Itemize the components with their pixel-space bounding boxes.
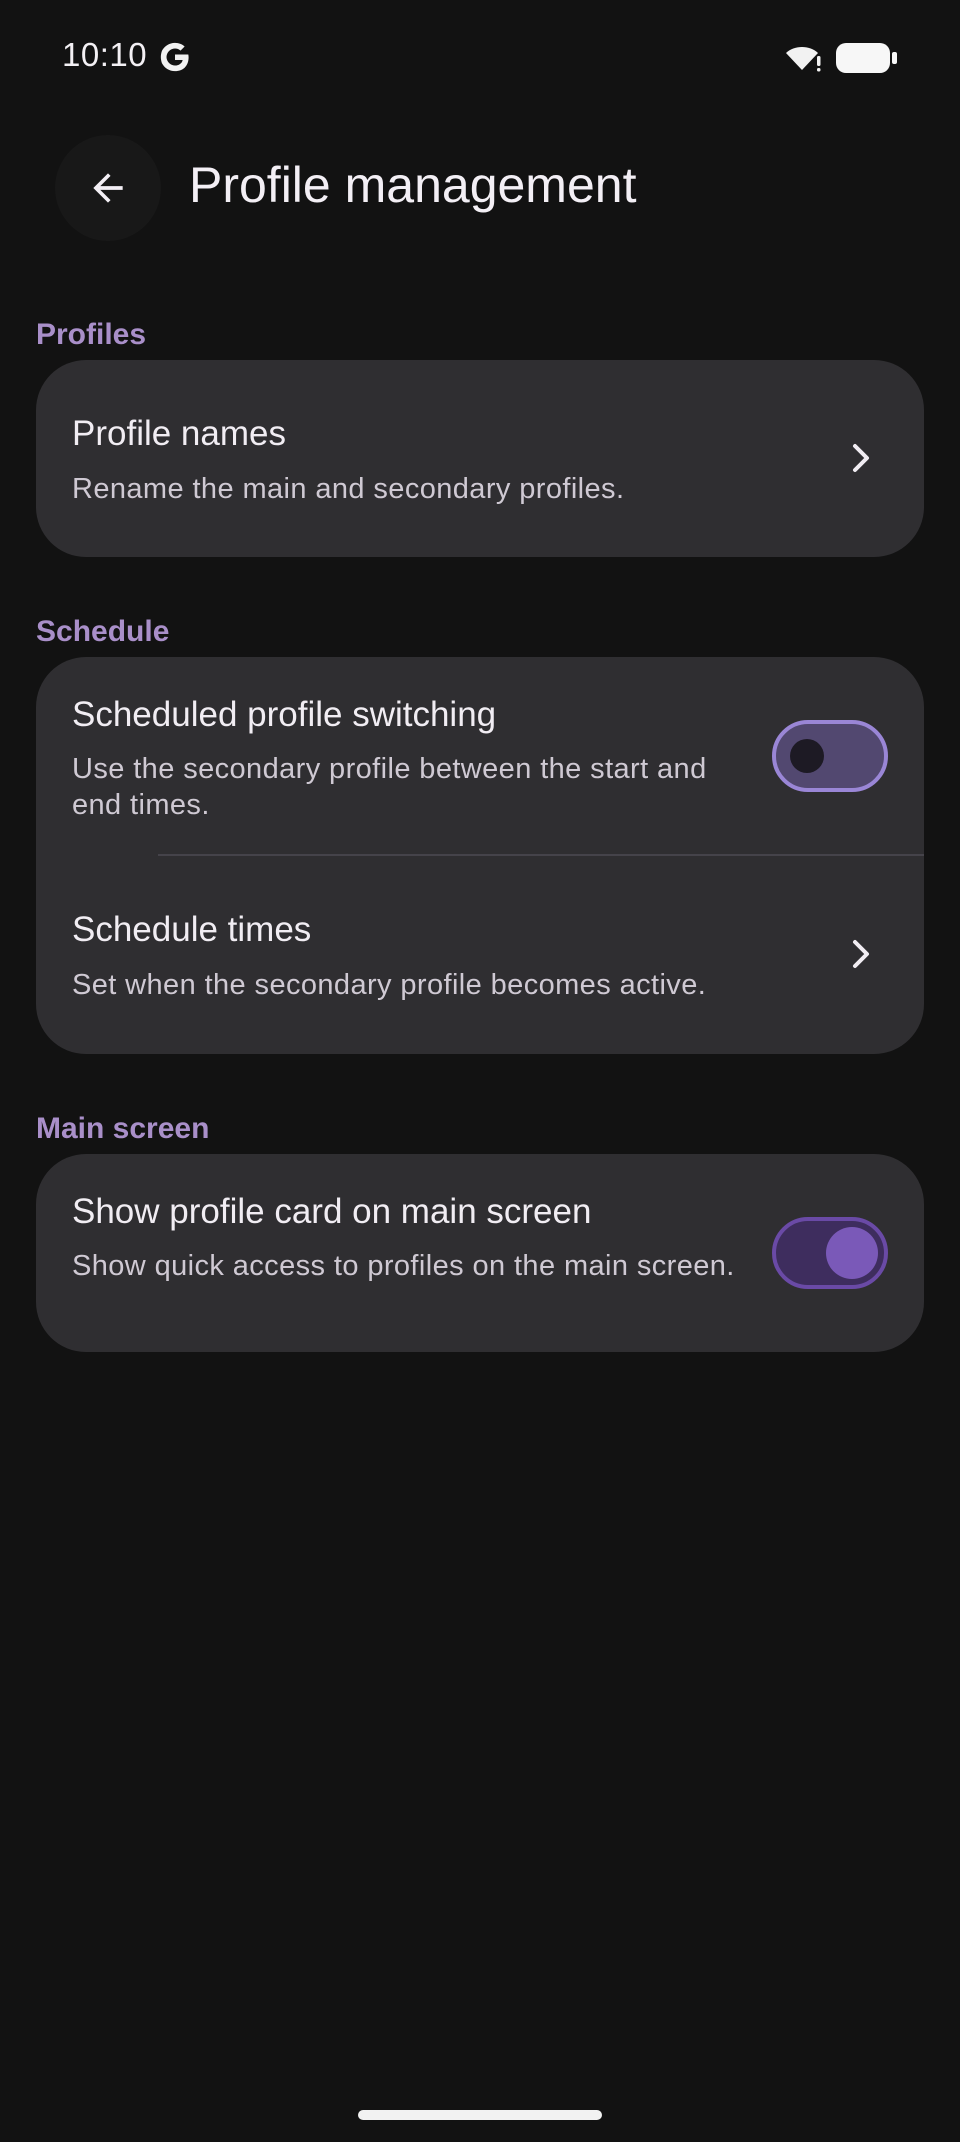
status-time: 10:10 xyxy=(62,36,148,73)
schedule-times-title: Schedule times xyxy=(72,910,312,949)
scheduled-switching-row[interactable]: Scheduled profile switching Use the seco… xyxy=(36,657,924,855)
schedule-times-row[interactable]: Schedule times Set when the secondary pr… xyxy=(36,856,924,1054)
wifi-icon xyxy=(786,47,821,72)
main-screen-card: Show profile card on main screen Show qu… xyxy=(36,1154,924,1352)
section-header-schedule: Schedule xyxy=(36,615,170,648)
schedule-card: Scheduled profile switching Use the seco… xyxy=(36,657,924,1054)
show-profile-card-toggle[interactable] xyxy=(772,1217,888,1289)
arrow-back-icon xyxy=(93,173,123,203)
gesture-navigation-bar[interactable] xyxy=(358,2110,602,2120)
section-header-profiles: Profiles xyxy=(36,318,147,351)
scheduled-switching-subtitle: Use the secondary profile between the st… xyxy=(72,753,707,821)
chevron-right-icon xyxy=(853,940,869,968)
section-header-main-screen: Main screen xyxy=(36,1112,210,1145)
schedule-times-subtitle: Set when the secondary profile becomes a… xyxy=(72,969,707,1001)
show-profile-card-row[interactable]: Show profile card on main screen Show qu… xyxy=(36,1154,924,1352)
chevron-right-icon xyxy=(853,444,869,472)
scheduled-switching-title: Scheduled profile switching xyxy=(72,695,497,734)
show-profile-card-title: Show profile card on main screen xyxy=(72,1192,592,1231)
profile-names-title: Profile names xyxy=(72,414,286,453)
scheduled-switching-toggle[interactable] xyxy=(772,720,888,792)
top-app-bar: Profile management xyxy=(0,130,960,246)
google-g-icon xyxy=(160,42,189,72)
toggle-thumb xyxy=(826,1227,878,1279)
profile-names-subtitle: Rename the main and secondary profiles. xyxy=(72,473,625,505)
status-bar: 10:10 xyxy=(0,0,960,116)
profiles-card: Profile names Rename the main and second… xyxy=(36,360,924,557)
battery-icon xyxy=(836,43,897,73)
show-profile-card-subtitle: Show quick access to profiles on the mai… xyxy=(72,1250,735,1282)
back-button[interactable] xyxy=(55,135,161,241)
toggle-thumb xyxy=(790,739,824,773)
profile-names-row[interactable]: Profile names Rename the main and second… xyxy=(36,360,924,557)
page-title: Profile management xyxy=(189,157,637,213)
